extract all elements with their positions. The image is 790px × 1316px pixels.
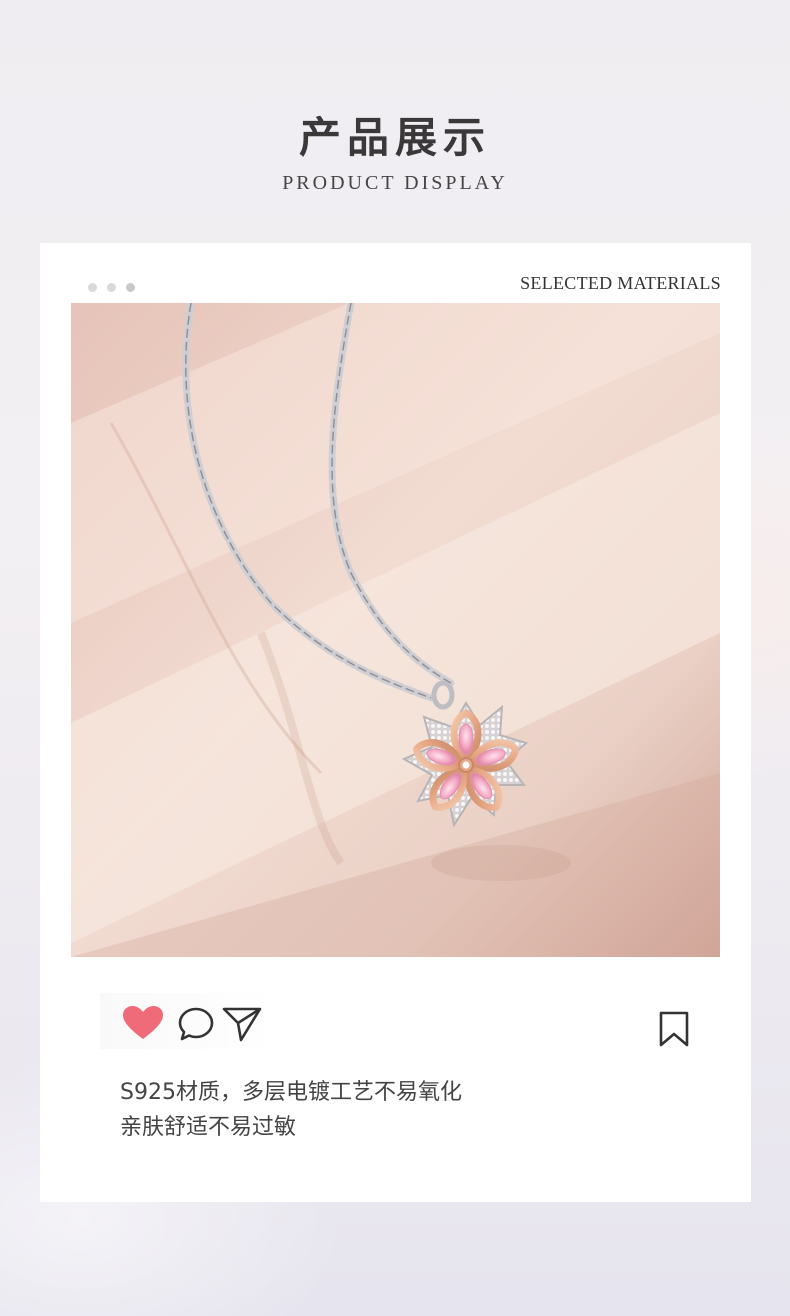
description-line-1: S925材质，多层电镀工艺不易氧化 (120, 1080, 462, 1105)
page-subtitle: PRODUCT DISPLAY (282, 172, 508, 194)
post-card: SELECTED MATERIALS S925材质，多层电镀工艺不易氧化 亲肤舒… (40, 243, 751, 1202)
page-title: 产品展示 (298, 113, 491, 162)
post-actions (100, 993, 700, 1053)
paper-plane-icon[interactable] (222, 1006, 262, 1046)
post-description: S925材质，多层电镀工艺不易氧化 亲肤舒适不易过敏 (120, 1075, 462, 1145)
description-line-2: 亲肤舒适不易过敏 (120, 1115, 297, 1140)
dot-3 (126, 283, 135, 292)
dot-2 (107, 283, 116, 292)
bookmark-icon[interactable] (658, 1011, 690, 1051)
window-dots (88, 283, 135, 292)
heart-icon[interactable] (122, 1005, 164, 1045)
comment-icon[interactable] (178, 1007, 214, 1045)
dot-1 (88, 283, 97, 292)
product-photo (71, 303, 720, 957)
card-label: SELECTED MATERIALS (520, 273, 721, 293)
